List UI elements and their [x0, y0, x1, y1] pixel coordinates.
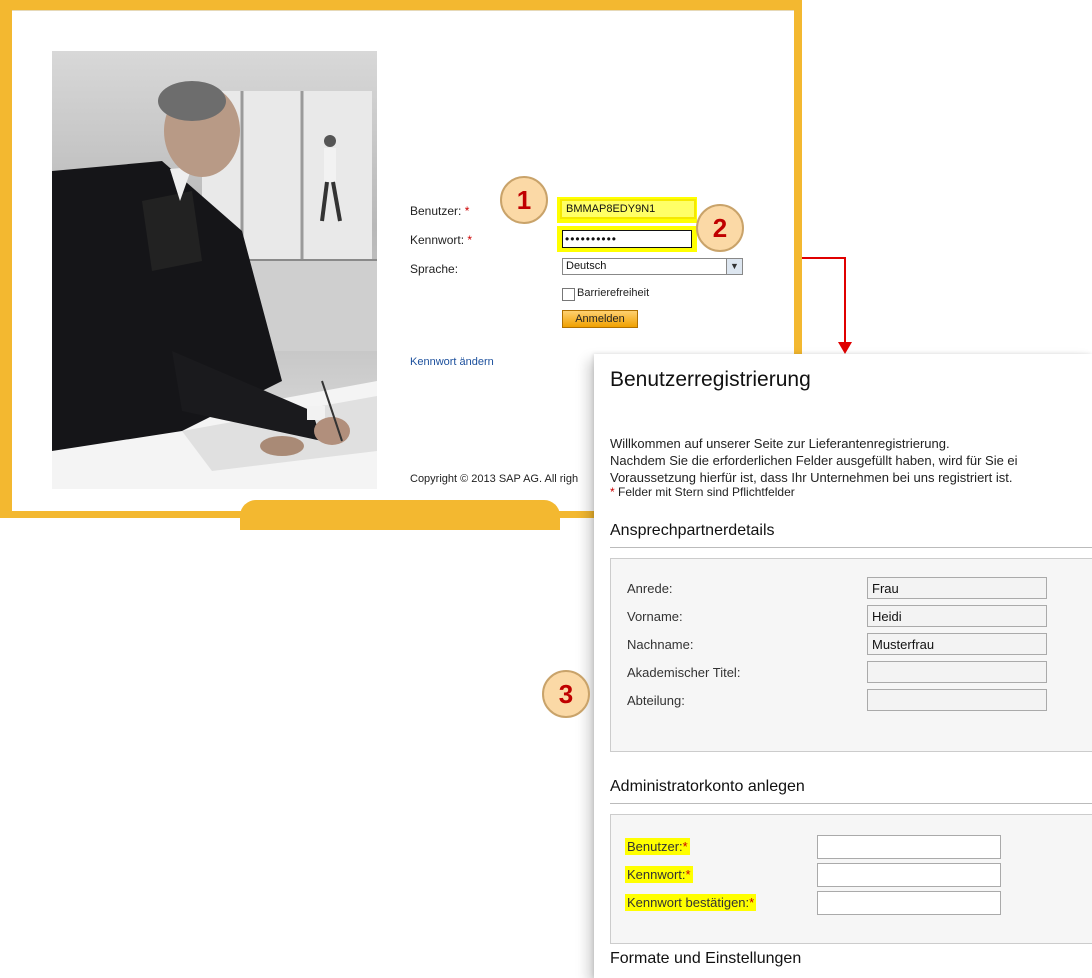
password-input[interactable]: •••••••••• [562, 230, 692, 248]
firstname-field[interactable]: Heidi [867, 605, 1047, 627]
change-password-link[interactable]: Kennwort ändern [410, 356, 494, 368]
admin-user-input[interactable] [817, 835, 1001, 859]
intro-line-2: Nachdem Sie die erforderlichen Felder au… [610, 453, 1018, 468]
copyright-text: Copyright © 2013 SAP AG. All righ [410, 473, 579, 485]
formats-section-title: Formate und Einstellungen [610, 950, 802, 967]
admin-confirm-label: Kennwort bestätigen:* [625, 894, 757, 911]
page-title: Benutzerregistrierung [610, 368, 811, 391]
salutation-label: Anrede: [627, 581, 673, 596]
admin-password-input[interactable] [817, 863, 1001, 887]
accessibility-checkbox[interactable] [562, 288, 575, 301]
contact-section-title: Ansprechpartnerdetails [610, 522, 775, 539]
academic-title-field[interactable] [867, 661, 1047, 683]
login-button[interactable]: Anmelden [562, 310, 638, 328]
admin-user-label: Benutzer:* [625, 838, 690, 855]
language-value: Deutsch [566, 260, 607, 272]
user-label: Benutzer: * [410, 204, 470, 218]
intro-line-1: Willkommen auf unserer Seite zur Liefera… [610, 436, 950, 451]
required-note: * Felder mit Stern sind Pflichtfelder [610, 485, 795, 499]
lastname-label: Nachname: [627, 637, 694, 652]
section-divider [610, 547, 1092, 548]
section-divider [610, 803, 1092, 804]
step-badge-3: 3 [542, 670, 590, 718]
accessibility-label: Barrierefreiheit [577, 287, 650, 299]
admin-section-title: Administratorkonto anlegen [610, 778, 805, 795]
step-badge-2: 2 [696, 204, 744, 252]
registration-panel: Benutzerregistrierung Willkommen auf uns… [594, 354, 1092, 978]
lastname-field[interactable]: Musterfrau [867, 633, 1047, 655]
language-select[interactable]: Deutsch ▼ [562, 258, 743, 275]
academic-title-label: Akademischer Titel: [627, 665, 741, 680]
password-label: Kennwort: * [410, 233, 473, 247]
hero-photo [52, 51, 377, 489]
intro-line-3: Voraussetzung hierfür ist, dass Ihr Unte… [610, 470, 1013, 485]
department-label: Abteilung: [627, 693, 685, 708]
firstname-label: Vorname: [627, 609, 683, 624]
contact-section-box: Anrede: Frau Vorname: Heidi Nachname: Mu… [610, 558, 1092, 752]
login-window-tab [240, 500, 560, 530]
language-label: Sprache: [410, 262, 459, 276]
department-field[interactable] [867, 689, 1047, 711]
chevron-down-icon[interactable]: ▼ [726, 259, 742, 274]
admin-password-label: Kennwort:* [625, 866, 693, 883]
admin-section-box: Benutzer:* Kennwort:* Kennwort bestätige… [610, 814, 1092, 944]
step-badge-1: 1 [500, 176, 548, 224]
admin-confirm-input[interactable] [817, 891, 1001, 915]
salutation-field[interactable]: Frau [867, 577, 1047, 599]
user-input[interactable]: BMMAP8EDY9N1 [560, 199, 696, 219]
